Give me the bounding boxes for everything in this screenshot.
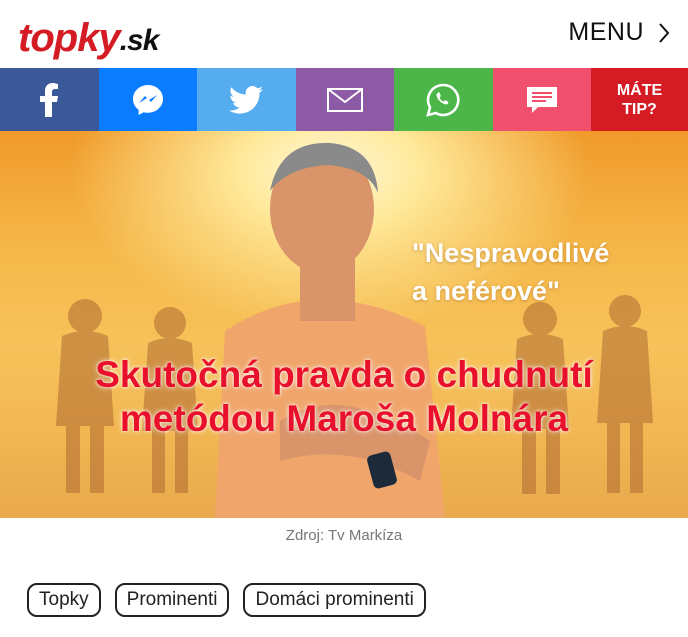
article-tags: Topky Prominenti Domáci prominenti xyxy=(27,583,426,617)
chevron-right-icon xyxy=(659,22,670,43)
email-icon xyxy=(326,87,363,112)
share-email-button[interactable] xyxy=(295,68,394,131)
messenger-icon xyxy=(132,84,163,115)
menu-label: MENU xyxy=(568,18,644,46)
hero-quote-line2: a neférové" xyxy=(412,276,560,306)
hero-quote-line1: "Nespravodlivé xyxy=(412,238,610,268)
hero-quote: "Nespravodlivé a neférové" xyxy=(412,234,609,310)
twitter-icon xyxy=(229,85,264,114)
site-logo[interactable]: topky .sk xyxy=(18,8,160,60)
site-header: topky .sk MENU xyxy=(0,0,688,68)
image-source-caption: Zdroj: Tv Markíza xyxy=(285,527,403,544)
share-whatsapp-button[interactable] xyxy=(394,68,493,131)
man-figure xyxy=(215,142,445,518)
send-tip-button[interactable]: MÁTE TIP? xyxy=(591,68,688,131)
hero-headline-line1: Skutočná pravda o chudnutí xyxy=(95,354,593,395)
share-messenger-button[interactable] xyxy=(98,68,197,131)
logo-tld: .sk xyxy=(119,24,160,57)
tip-label-line1: MÁTE xyxy=(616,81,663,99)
tag-topky[interactable]: Topky xyxy=(27,583,101,617)
tip-label: MÁTE TIP? xyxy=(617,81,662,119)
tip-label-line2: TIP? xyxy=(622,100,657,118)
facebook-icon xyxy=(40,82,59,117)
article-hero-image[interactable]: "Nespravodlivé a neférové" Skutočná prav… xyxy=(0,131,688,518)
tag-prominenti[interactable]: Prominenti xyxy=(114,583,230,617)
logo-brand: topky xyxy=(18,16,121,60)
hero-background-runners xyxy=(56,142,653,518)
comments-button[interactable] xyxy=(492,68,591,131)
menu-button[interactable]: MENU xyxy=(568,18,670,47)
comments-icon xyxy=(526,86,557,113)
share-facebook-button[interactable] xyxy=(0,68,99,131)
share-bar: MÁTE TIP? xyxy=(0,68,688,131)
share-twitter-button[interactable] xyxy=(197,68,296,131)
tag-domaci-prominenti[interactable]: Domáci prominenti xyxy=(243,583,426,617)
hero-headline-line2: metódou Maroša Molnára xyxy=(119,398,569,439)
whatsapp-icon xyxy=(426,83,460,117)
